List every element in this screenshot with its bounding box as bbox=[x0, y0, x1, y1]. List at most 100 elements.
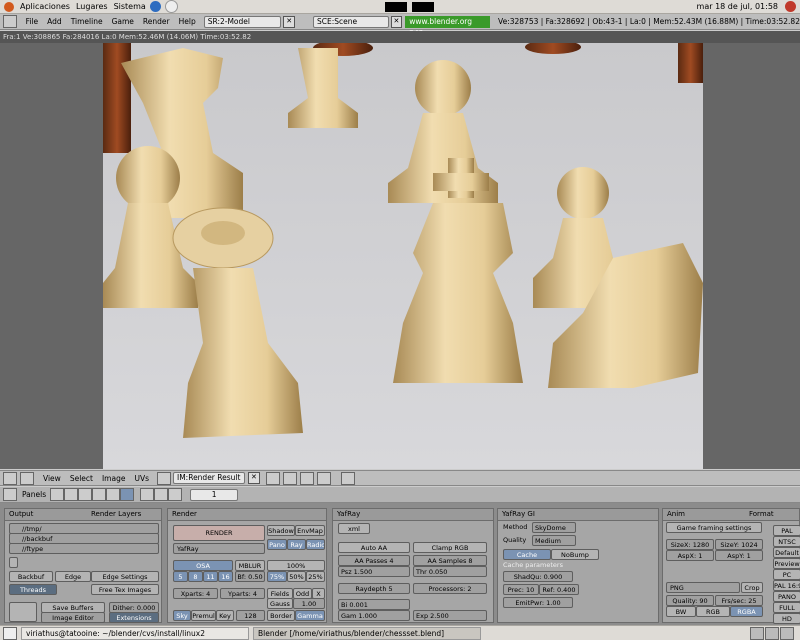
menu-sistema[interactable]: Sistema bbox=[114, 2, 146, 11]
aspx-field[interactable]: AspX: 1 bbox=[666, 550, 714, 561]
osa-5[interactable]: 5 bbox=[173, 571, 188, 582]
prec-field[interactable]: Prec: 10 bbox=[503, 584, 539, 595]
menu-image[interactable]: Image bbox=[102, 474, 126, 483]
free-tex-images-toggle[interactable]: Free Tex Images bbox=[91, 584, 159, 595]
edge-settings-button[interactable]: Edge Settings bbox=[91, 571, 159, 582]
window-type-icon[interactable] bbox=[3, 471, 17, 485]
premul-toggle[interactable]: Premul bbox=[191, 610, 216, 621]
sound-subcontext-icon[interactable] bbox=[168, 488, 183, 501]
file-format-dropdown[interactable]: PNG bbox=[666, 582, 740, 593]
image-editor-dropdown[interactable]: Image Editor bbox=[41, 612, 105, 623]
aa-passes-field[interactable]: AA Passes 4 bbox=[338, 555, 410, 566]
image-name-field[interactable]: IM:Render Result bbox=[172, 472, 245, 484]
close-scene-icon[interactable]: ✕ bbox=[390, 15, 403, 28]
rgba-toggle[interactable]: RGBA bbox=[730, 606, 763, 617]
menu-help[interactable]: Help bbox=[179, 17, 196, 26]
bi-slider[interactable]: Bi 0.001 bbox=[338, 599, 410, 610]
processors-field[interactable]: Processors: 2 bbox=[413, 583, 487, 594]
scene-context-icon[interactable] bbox=[120, 488, 135, 501]
menu-render[interactable]: Render bbox=[143, 17, 170, 26]
rgb-toggle[interactable]: RGB bbox=[696, 606, 730, 617]
game-framing-button[interactable]: Game framing settings bbox=[666, 522, 762, 533]
gi-quality-dropdown[interactable]: Medium bbox=[532, 535, 576, 546]
emitpwr-field[interactable]: EmitPwr: 1.00 bbox=[503, 597, 573, 608]
ref-field[interactable]: Ref: 0.400 bbox=[539, 584, 579, 595]
tab-render[interactable]: Render bbox=[172, 510, 197, 518]
menu-timeline[interactable]: Timeline bbox=[71, 17, 103, 26]
gi-method-dropdown[interactable]: SkyDome bbox=[532, 522, 576, 533]
image-lock-icon[interactable] bbox=[340, 471, 355, 485]
tab-yafray-gi[interactable]: YafRay GI bbox=[502, 510, 535, 518]
psz-slider[interactable]: Psz 1.500 bbox=[338, 566, 410, 577]
preset-pal[interactable]: PAL bbox=[773, 525, 800, 536]
raydepth-field[interactable]: Raydepth 5 bbox=[338, 583, 410, 594]
anim-subcontext-icon[interactable] bbox=[154, 488, 169, 501]
sizey-field[interactable]: SizeY: 1024 bbox=[715, 539, 763, 550]
ray-toggle[interactable]: Ray bbox=[287, 539, 306, 550]
preset-pc[interactable]: PC bbox=[773, 569, 800, 580]
browser-icon[interactable] bbox=[149, 1, 161, 12]
preset-ntsc[interactable]: NTSC bbox=[773, 536, 800, 547]
object-context-icon[interactable] bbox=[92, 488, 107, 501]
envmap-toggle[interactable]: EnvMap bbox=[295, 525, 325, 536]
display-select-icon[interactable] bbox=[9, 602, 37, 622]
mblur-toggle[interactable]: MBLUR bbox=[235, 560, 265, 571]
close-screen-icon[interactable]: ✕ bbox=[283, 15, 295, 28]
preset-default[interactable]: Default bbox=[773, 547, 800, 558]
shadow-toggle[interactable]: Shadow bbox=[267, 525, 295, 536]
preset-pano[interactable]: PANO bbox=[773, 591, 800, 602]
preset-full[interactable]: FULL bbox=[773, 602, 800, 613]
xml-toggle[interactable]: xml bbox=[338, 523, 370, 534]
task-blender[interactable]: Blender [/home/viriathus/blender/chessse… bbox=[253, 626, 481, 640]
ftype-path-field[interactable]: //ftype bbox=[9, 543, 159, 554]
menu-lugares[interactable]: Lugares bbox=[76, 2, 108, 11]
extensions-toggle[interactable]: Extensions bbox=[109, 612, 159, 623]
power-icon[interactable] bbox=[785, 1, 796, 12]
show-desktop-icon[interactable] bbox=[3, 626, 17, 640]
xparts-field[interactable]: Xparts: 4 bbox=[173, 588, 218, 599]
menu-select[interactable]: Select bbox=[70, 474, 93, 483]
image-sync-icon[interactable] bbox=[316, 471, 331, 485]
quality-field[interactable]: Quality: 90 bbox=[666, 595, 714, 606]
border-toggle[interactable]: Border bbox=[267, 610, 295, 621]
image-record-icon[interactable] bbox=[299, 471, 314, 485]
osa-16[interactable]: 16 bbox=[218, 571, 233, 582]
percent-50[interactable]: 50% bbox=[287, 571, 306, 582]
preset-pal-16-9[interactable]: PAL 16:9 bbox=[773, 580, 800, 591]
menu-uvs[interactable]: UVs bbox=[134, 474, 149, 483]
frame-field[interactable]: 1 bbox=[190, 488, 239, 501]
clamp-rgb-toggle[interactable]: Clamp RGB bbox=[413, 542, 487, 553]
sizex-field[interactable]: SizeX: 1280 bbox=[666, 539, 714, 550]
tab-render-layers[interactable]: Render Layers bbox=[91, 509, 141, 520]
menu-view[interactable]: View bbox=[43, 474, 61, 483]
tab-output[interactable]: Output bbox=[9, 510, 33, 518]
menu-aplicaciones[interactable]: Aplicaciones bbox=[20, 2, 70, 11]
percent-25[interactable]: 25% bbox=[306, 571, 325, 582]
ubuntu-logo-icon[interactable] bbox=[4, 1, 14, 12]
unlink-image-icon[interactable]: ✕ bbox=[247, 472, 260, 484]
sky-toggle[interactable]: Sky bbox=[173, 610, 191, 621]
mail-icon[interactable] bbox=[164, 0, 178, 13]
radio-toggle[interactable]: Radio bbox=[306, 539, 325, 550]
gam-slider[interactable]: Gam 1.000 bbox=[338, 610, 410, 621]
trash-icon[interactable] bbox=[780, 626, 794, 640]
clock[interactable]: mar 18 de jul, 01:58 bbox=[697, 2, 778, 11]
shadqu-field[interactable]: ShadQu: 0.900 bbox=[503, 571, 573, 582]
render-button[interactable]: RENDER bbox=[173, 525, 265, 541]
backbuf-toggle[interactable]: Backbuf bbox=[9, 571, 53, 582]
shading-context-icon[interactable] bbox=[78, 488, 93, 501]
aa-samples-field[interactable]: AA Samples 8 bbox=[413, 555, 487, 566]
menu-game[interactable]: Game bbox=[112, 17, 134, 26]
image-pin-icon[interactable] bbox=[265, 471, 280, 485]
cache-toggle[interactable]: Cache bbox=[503, 549, 551, 560]
preset-hd[interactable]: HD bbox=[773, 613, 800, 624]
gauss-value-field[interactable]: 1.00 bbox=[293, 598, 325, 609]
bf-field[interactable]: Bf: 0.50 bbox=[235, 571, 265, 582]
script-context-icon[interactable] bbox=[64, 488, 79, 501]
edge-toggle[interactable]: Edge bbox=[55, 571, 91, 582]
workspace-2[interactable] bbox=[412, 2, 434, 12]
editing-context-icon[interactable] bbox=[106, 488, 121, 501]
image-browse-icon[interactable] bbox=[156, 471, 171, 485]
crop-toggle[interactable]: Crop bbox=[741, 582, 763, 593]
nobump-toggle[interactable]: NoBump bbox=[551, 549, 599, 560]
